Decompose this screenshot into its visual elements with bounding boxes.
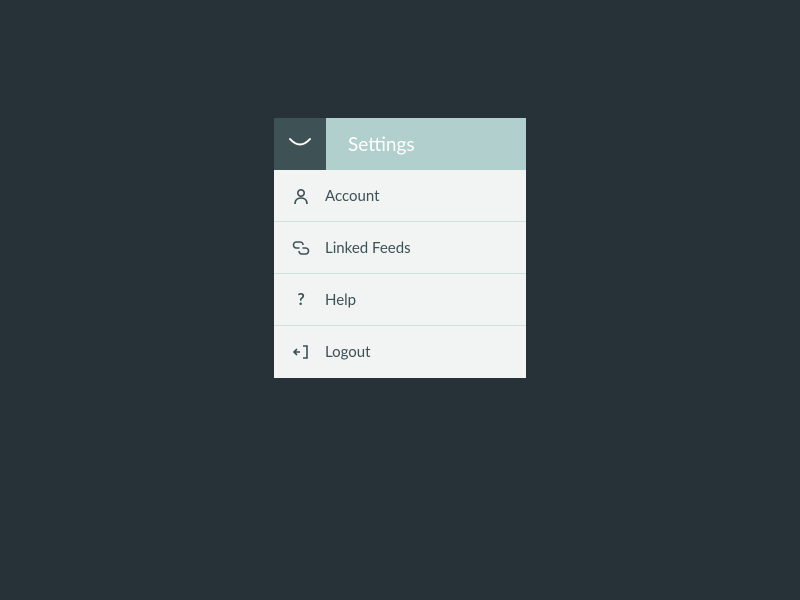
panel-title: Settings xyxy=(326,118,526,170)
menu-label: Account xyxy=(325,187,380,205)
logo-tile[interactable] xyxy=(274,118,326,170)
menu-label: Logout xyxy=(325,343,371,361)
account-icon xyxy=(292,187,310,205)
link-icon xyxy=(292,239,310,257)
menu-item-account[interactable]: Account xyxy=(274,170,526,222)
menu-item-help[interactable]: ? Help xyxy=(274,274,526,326)
smile-icon xyxy=(286,128,314,160)
logout-icon xyxy=(292,343,310,361)
menu-item-linked-feeds[interactable]: Linked Feeds xyxy=(274,222,526,274)
settings-panel: Settings Account Linked Feeds ? Help xyxy=(274,118,526,378)
help-icon: ? xyxy=(292,291,310,309)
panel-header: Settings xyxy=(274,118,526,170)
menu-label: Linked Feeds xyxy=(325,239,411,257)
menu-item-logout[interactable]: Logout xyxy=(274,326,526,378)
menu-label: Help xyxy=(325,291,356,309)
